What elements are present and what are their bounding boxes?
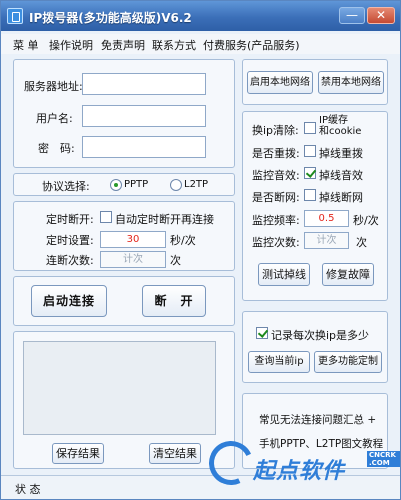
monitor-panel: 换ip清除: IP缓存 和cookie 是否重拨: 掉线重拨 监控音效: 掉线音… — [242, 111, 388, 301]
menu-item-paid-services[interactable]: 付费服务(产品服务) — [203, 37, 300, 53]
clear-cache-checkbox[interactable] — [304, 122, 316, 134]
disconnect-button[interactable]: 断 开 — [142, 285, 206, 317]
clear-label: 换ip清除: — [252, 124, 299, 137]
watermark-text: 起点软件 — [253, 459, 346, 484]
cut-network-checkbox[interactable] — [304, 189, 316, 201]
interval-input[interactable]: 30 — [100, 231, 166, 248]
clear-results-button[interactable]: 清空结果 — [149, 443, 201, 464]
username-label: 用户名: — [36, 112, 73, 125]
redial-label: 是否重拨: — [252, 147, 300, 160]
disconnect-count-unit: 次 — [170, 254, 181, 267]
repair-fault-button[interactable]: 修复故障 — [322, 263, 374, 286]
help-link-tutorial[interactable]: 手机PPTP、L2TP图文教程 — [259, 436, 383, 451]
sound-label: 监控音效: — [252, 169, 300, 182]
title-bar[interactable]: IP拨号器(多功能高级版)V6.2 — ✕ — [1, 1, 400, 31]
minimize-button[interactable]: — — [339, 7, 365, 24]
clear-cache-label: IP缓存 和cookie — [319, 115, 362, 137]
status-label: 状 态 — [15, 483, 41, 496]
password-input[interactable] — [82, 136, 206, 158]
protocol-label: 协议选择: — [42, 180, 90, 193]
server-address-input[interactable] — [82, 73, 206, 95]
disable-local-network-button[interactable]: 禁用本地网络 — [318, 71, 384, 94]
menu-item-contact[interactable]: 联系方式 — [152, 37, 196, 53]
monitor-frequency-input[interactable]: 0.5 — [304, 210, 349, 227]
timed-disconnect-label: 定时断开: — [46, 213, 94, 226]
server-label: 服务器地址: — [24, 80, 83, 93]
menu-bar: 菜 单 操作说明 免责声明 联系方式 付费服务(产品服务) — [1, 34, 400, 54]
interval-unit: 秒/次 — [170, 234, 196, 247]
redial-checkbox[interactable] — [304, 145, 316, 157]
result-log-area[interactable] — [23, 341, 216, 435]
monitor-frequency-unit: 秒/次 — [353, 214, 379, 227]
pptp-label: PPTP — [124, 179, 149, 190]
menu-item-disclaimer[interactable]: 免责声明 — [101, 37, 145, 53]
monitor-count-input[interactable]: 计次 — [304, 232, 349, 249]
l2tp-radio[interactable] — [170, 179, 182, 191]
username-input[interactable] — [82, 105, 206, 127]
disconnect-count-label: 连断次数: — [46, 254, 94, 267]
menu-item-menu[interactable]: 菜 单 — [13, 37, 39, 53]
disconnect-count-input[interactable]: 计次 — [100, 251, 166, 268]
menu-item-instructions[interactable]: 操作说明 — [49, 37, 93, 53]
query-current-ip-button[interactable]: 查询当前ip — [248, 351, 310, 373]
save-results-button[interactable]: 保存结果 — [52, 443, 104, 464]
monitor-frequency-label: 监控频率: — [252, 214, 300, 227]
more-features-button[interactable]: 更多功能定制 — [314, 351, 382, 373]
interval-label: 定时设置: — [46, 234, 94, 247]
monitor-count-unit: 次 — [356, 236, 367, 249]
window-title: IP拨号器(多功能高级版)V6.2 — [29, 11, 192, 25]
enable-local-network-button[interactable]: 启用本地网络 — [247, 71, 313, 94]
help-link-faq[interactable]: 常见无法连接问题汇总 + — [259, 412, 376, 427]
auto-reconnect-label: 自动定时断开再连接 — [115, 213, 214, 226]
record-ip-label: 记录每次换ip是多少 — [271, 329, 370, 342]
cut-network-option-label: 掉线断网 — [319, 191, 363, 204]
sound-checkbox[interactable] — [304, 167, 316, 179]
login-panel: 服务器地址: 用户名: 密 码: — [13, 59, 235, 168]
watermark-site: CNCRK .COM — [367, 451, 400, 467]
timer-panel: 定时断开: 自动定时断开再连接 定时设置: 30 秒/次 连断次数: 计次 次 — [13, 201, 235, 271]
protocol-panel: 协议选择: PPTP L2TP — [13, 173, 235, 196]
close-button[interactable]: ✕ — [367, 7, 395, 24]
app-icon — [7, 8, 23, 24]
record-ip-checkbox[interactable] — [256, 327, 268, 339]
l2tp-label: L2TP — [184, 179, 209, 190]
network-panel: 启用本地网络 禁用本地网络 — [242, 59, 388, 105]
test-disconnect-button[interactable]: 测试掉线 — [258, 263, 310, 286]
auto-reconnect-checkbox[interactable] — [100, 211, 112, 223]
sound-option-label: 掉线音效 — [319, 169, 363, 182]
redial-option-label: 掉线重拨 — [319, 147, 363, 160]
pptp-radio[interactable] — [110, 179, 122, 191]
password-label: 密 码: — [38, 142, 75, 155]
start-connection-button[interactable]: 启动连接 — [31, 285, 107, 317]
monitor-count-label: 监控次数: — [252, 236, 300, 249]
action-panel: 启动连接 断 开 — [13, 276, 235, 326]
ip-record-panel: 记录每次换ip是多少 查询当前ip 更多功能定制 — [242, 311, 388, 383]
app-window: IP拨号器(多功能高级版)V6.2 — ✕ 菜 单 操作说明 免责声明 联系方式… — [0, 0, 401, 500]
cut-network-label: 是否断网: — [252, 191, 300, 204]
